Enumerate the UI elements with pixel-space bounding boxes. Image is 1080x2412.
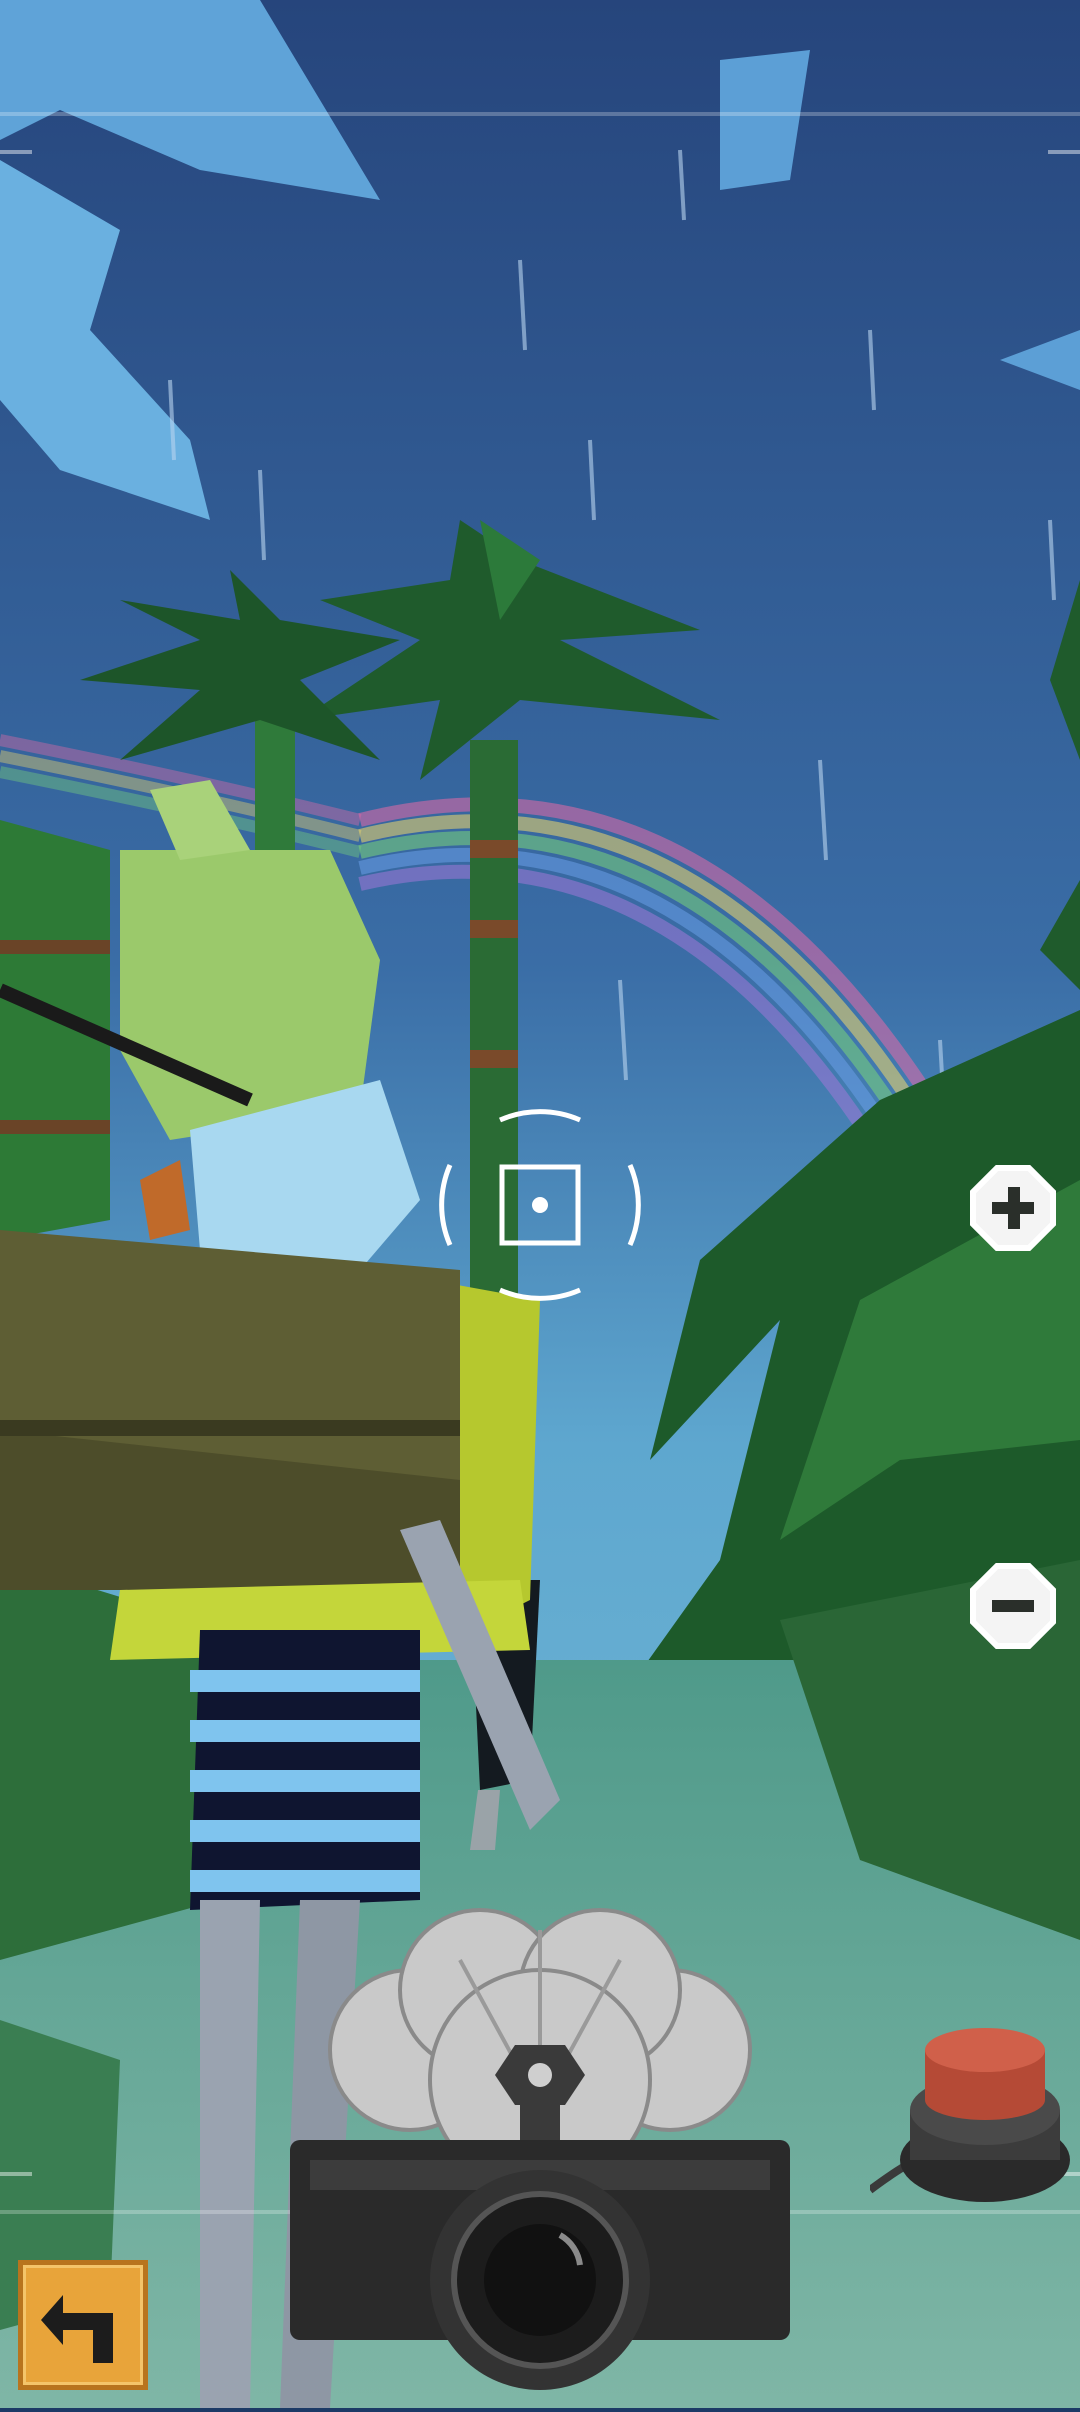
viewfinder-top-line [0, 112, 1080, 116]
back-button[interactable] [18, 2260, 148, 2390]
red-push-button-icon [867, 2028, 1070, 2202]
viewfinder-corner-mark [1048, 150, 1080, 154]
camera-shutter-icon [290, 1908, 790, 2390]
zoom-out-button[interactable] [970, 1563, 1056, 1649]
zoom-in-button-face [976, 1171, 1050, 1245]
return-arrow-icon [41, 2295, 113, 2363]
focus-reticle-icon [439, 1109, 641, 1301]
plus-icon [992, 1187, 1034, 1229]
minus-icon [992, 1600, 1034, 1612]
viewfinder-corner-mark [0, 2172, 32, 2176]
viewfinder-corner-mark [0, 150, 32, 154]
camera-shutter-button[interactable] [280, 1900, 800, 2408]
focus-reticle [430, 1095, 650, 1315]
red-push-button[interactable] [867, 2010, 1080, 2210]
zoom-out-button-face [976, 1569, 1050, 1643]
zoom-in-button[interactable] [970, 1165, 1056, 1251]
